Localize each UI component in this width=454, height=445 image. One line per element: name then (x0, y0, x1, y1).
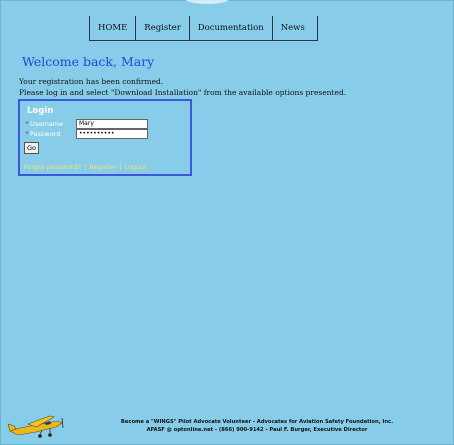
login-panel: Login * Username Mary * Password •••••••… (18, 99, 192, 176)
go-button[interactable]: Go (24, 142, 40, 154)
forgot-password-link[interactable]: Forgot password? (24, 163, 81, 171)
password-row: * Password •••••••••• (24, 129, 148, 139)
nav-register[interactable]: Register (135, 16, 188, 40)
nav-home[interactable]: HOME (89, 16, 135, 40)
footer: Become a "WINGS" Pilot Advocate Voluntee… (60, 418, 454, 434)
username-input[interactable]: Mary (76, 119, 148, 129)
footer-line-1: Become a "WINGS" Pilot Advocate Voluntee… (120, 419, 394, 425)
top-decoration (185, 0, 229, 4)
login-title: Login (27, 106, 54, 116)
top-nav: HOME Register Documentation News (89, 16, 318, 41)
username-label: Username (30, 120, 64, 128)
logout-link[interactable]: Logout (125, 163, 147, 171)
link-separator: | (119, 163, 122, 171)
footer-line-2: AFASF @ optonline.net - (866) 900-9142 -… (146, 427, 368, 433)
plane-icon (7, 415, 64, 438)
login-links: Forgot password? | Register | Logout (24, 163, 147, 171)
link-separator: | (84, 163, 87, 171)
password-input[interactable]: •••••••••• (76, 129, 148, 139)
welcome-heading: Welcome back, Mary (22, 54, 155, 69)
nav-news[interactable]: News (271, 16, 318, 40)
password-label: Password (30, 130, 61, 138)
register-link[interactable]: Register (89, 163, 116, 171)
confirmation-message: Your registration has been confirmed. (19, 77, 164, 86)
username-row: * Username Mary (24, 119, 148, 129)
instruction-message: Please log in and select "Download Insta… (19, 88, 347, 97)
nav-documentation[interactable]: Documentation (188, 16, 272, 40)
